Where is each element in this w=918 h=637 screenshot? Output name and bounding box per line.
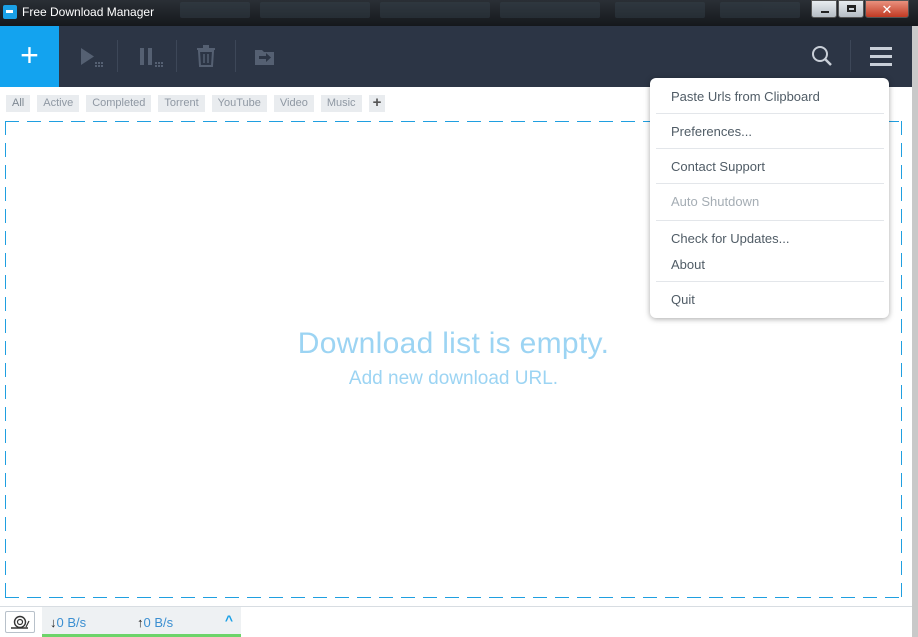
menu-separator bbox=[656, 281, 884, 282]
menu-separator bbox=[656, 148, 884, 149]
download-speed: ↓0 B/s bbox=[50, 615, 86, 630]
window-right-edge bbox=[912, 26, 918, 637]
window-controls: ✕ bbox=[810, 0, 909, 20]
upload-speed-value: 0 B/s bbox=[143, 615, 174, 630]
minimize-icon bbox=[821, 11, 829, 13]
empty-list-title: Download list is empty. bbox=[297, 327, 610, 360]
menu-separator bbox=[656, 183, 884, 184]
delete-button[interactable] bbox=[177, 26, 235, 87]
speed-limit-button[interactable] bbox=[5, 611, 35, 633]
menu-item-quit[interactable]: Quit bbox=[671, 292, 695, 307]
app-logo-icon bbox=[3, 5, 17, 19]
maximize-icon bbox=[847, 5, 856, 12]
status-bar: ↓0 B/s ↑0 B/s ^ bbox=[0, 606, 912, 637]
tab-active[interactable]: Active bbox=[37, 95, 80, 112]
tab-completed[interactable]: Completed bbox=[86, 95, 152, 112]
pause-icon bbox=[140, 48, 163, 67]
menu-separator bbox=[656, 220, 884, 221]
upload-speed: ↑0 B/s bbox=[137, 615, 173, 630]
title-bar: Free Download Manager ✕ bbox=[0, 0, 918, 26]
trash-icon bbox=[197, 45, 215, 67]
tab-youtube[interactable]: YouTube bbox=[211, 95, 267, 112]
close-icon: ✕ bbox=[881, 2, 893, 17]
move-folder-icon bbox=[255, 50, 274, 65]
move-to-folder-button[interactable] bbox=[236, 26, 294, 87]
menu-item-about[interactable]: About bbox=[671, 257, 705, 272]
tab-all[interactable]: All bbox=[6, 95, 31, 112]
snail-icon bbox=[11, 615, 30, 629]
play-icon bbox=[81, 48, 103, 67]
add-download-button[interactable]: + bbox=[0, 26, 59, 87]
download-speed-value: 0 B/s bbox=[56, 615, 87, 630]
tab-video[interactable]: Video bbox=[273, 95, 314, 112]
main-menu-popup: Paste Urls from Clipboard Preferences...… bbox=[650, 78, 889, 318]
background-taskbar-ghosts bbox=[160, 0, 810, 26]
close-button[interactable]: ✕ bbox=[865, 0, 909, 18]
tab-torrent[interactable]: Torrent bbox=[158, 95, 205, 112]
pause-button[interactable] bbox=[118, 26, 176, 87]
add-tab-button[interactable]: + bbox=[368, 95, 386, 112]
hamburger-icon[interactable] bbox=[870, 47, 892, 67]
menu-item-contact-support[interactable]: Contact Support bbox=[671, 159, 765, 174]
speed-panel[interactable]: ↓0 B/s ↑0 B/s ^ bbox=[42, 607, 241, 637]
menu-item-auto-shutdown: Auto Shutdown bbox=[671, 194, 760, 209]
tab-music[interactable]: Music bbox=[320, 95, 362, 112]
menu-item-paste-urls[interactable]: Paste Urls from Clipboard bbox=[671, 89, 820, 104]
add-download-url-link[interactable]: Add new download URL. bbox=[5, 368, 902, 390]
chevron-up-icon[interactable]: ^ bbox=[225, 612, 233, 628]
menu-item-check-updates[interactable]: Check for Updates... bbox=[671, 231, 790, 246]
menu-separator bbox=[656, 113, 884, 114]
filter-tabs: All Active Completed Torrent YouTube Vid… bbox=[6, 95, 392, 113]
menu-item-preferences[interactable]: Preferences... bbox=[671, 124, 752, 139]
window-title: Free Download Manager bbox=[22, 5, 155, 19]
maximize-button[interactable] bbox=[838, 0, 864, 18]
start-button[interactable] bbox=[60, 26, 118, 87]
minimize-button[interactable] bbox=[811, 0, 837, 18]
